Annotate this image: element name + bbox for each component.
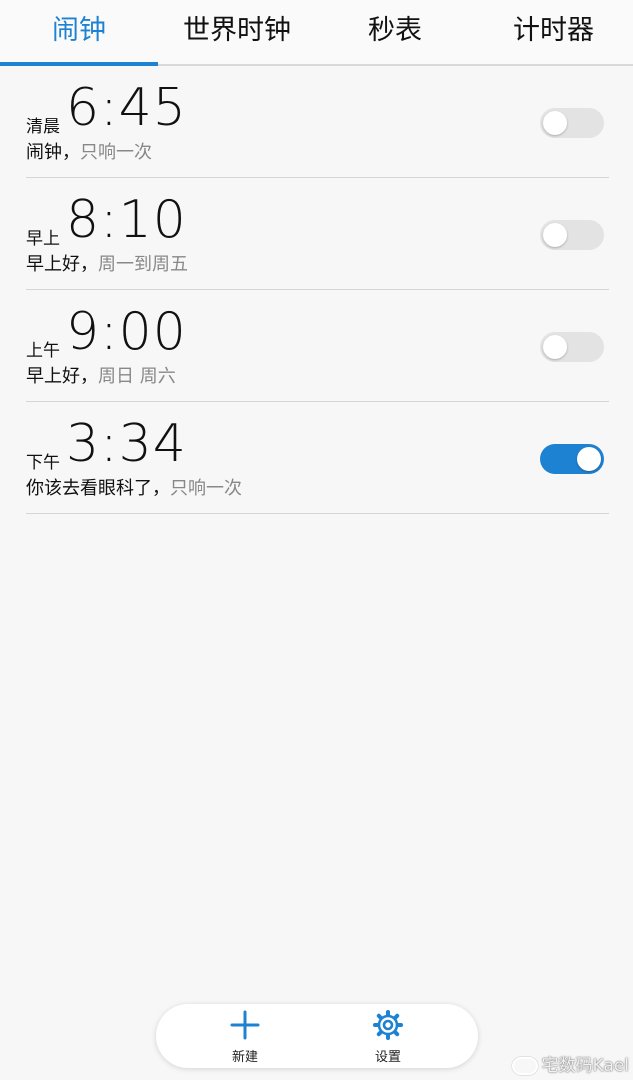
tab-world-clock[interactable]: 世界时钟	[158, 0, 316, 62]
alarm-description: 你该去看眼科了，只响一次	[26, 474, 242, 500]
alarm-description: 早上好，周一到周五	[26, 250, 188, 276]
toggle-knob	[543, 335, 567, 359]
alarm-row[interactable]: 上午 9:00 早上好，周日 周六	[0, 290, 633, 402]
watermark-text: 宅数码Kael	[541, 1056, 629, 1076]
alarm-row[interactable]: 清晨 6:45 闹钟，只响一次	[0, 66, 633, 178]
alarm-description: 闹钟，只响一次	[26, 138, 152, 164]
alarm-repeat: 只响一次	[80, 142, 152, 163]
plus-icon	[230, 1010, 260, 1040]
settings-button[interactable]: 设置	[338, 1004, 438, 1068]
alarm-separator: ，	[62, 142, 80, 163]
tab-timer[interactable]: 计时器	[474, 0, 633, 62]
alarm-toggle[interactable]	[540, 332, 604, 362]
alarm-list: 清晨 6:45 闹钟，只响一次 早上 8:10 早上好，周一到周五 上午 9:0…	[0, 66, 633, 514]
alarm-toggle[interactable]	[540, 220, 604, 250]
alarm-time: 9:00	[66, 302, 187, 362]
alarm-time: 3:34	[66, 414, 187, 474]
tab-stopwatch[interactable]: 秒表	[316, 0, 474, 62]
settings-label: 设置	[374, 1050, 401, 1065]
alarm-period: 上午	[26, 341, 60, 361]
alarm-time: 6:45	[66, 78, 187, 138]
alarm-description: 早上好，周日 周六	[26, 362, 176, 388]
alarm-label: 你该去看眼科了	[26, 478, 152, 499]
alarm-row[interactable]: 下午 3:34 你该去看眼科了，只响一次	[0, 402, 633, 514]
toggle-knob	[543, 223, 567, 247]
alarm-toggle[interactable]	[540, 108, 604, 138]
alarm-label: 早上好	[26, 254, 80, 275]
alarm-label: 早上好	[26, 366, 80, 387]
bottom-action-bar: 新建 设置	[156, 1004, 478, 1068]
weibo-icon	[511, 1057, 538, 1075]
row-divider	[26, 513, 609, 514]
alarm-repeat: 周一到周五	[98, 254, 188, 275]
alarm-repeat: 周日 周六	[98, 366, 176, 387]
alarm-label: 闹钟	[26, 142, 62, 163]
alarm-period: 下午	[26, 453, 60, 473]
gear-icon	[373, 1010, 403, 1040]
tab-bar: 闹钟 世界时钟 秒表 计时器	[0, 0, 633, 66]
alarm-toggle[interactable]	[540, 444, 604, 474]
alarm-row[interactable]: 早上 8:10 早上好，周一到周五	[0, 178, 633, 290]
tab-alarm[interactable]: 闹钟	[0, 0, 158, 62]
alarm-period: 早上	[26, 229, 60, 249]
alarm-repeat: 只响一次	[170, 478, 242, 499]
alarm-period: 清晨	[26, 117, 60, 137]
alarm-separator: ，	[80, 254, 98, 275]
new-alarm-button[interactable]: 新建	[195, 1004, 295, 1068]
toggle-knob	[543, 111, 567, 135]
toggle-knob	[577, 447, 601, 471]
watermark: 宅数码Kael	[511, 1051, 629, 1076]
alarm-time: 8:10	[66, 190, 187, 250]
alarm-separator: ，	[152, 478, 170, 499]
new-alarm-label: 新建	[231, 1050, 258, 1065]
alarm-separator: ，	[80, 366, 98, 387]
